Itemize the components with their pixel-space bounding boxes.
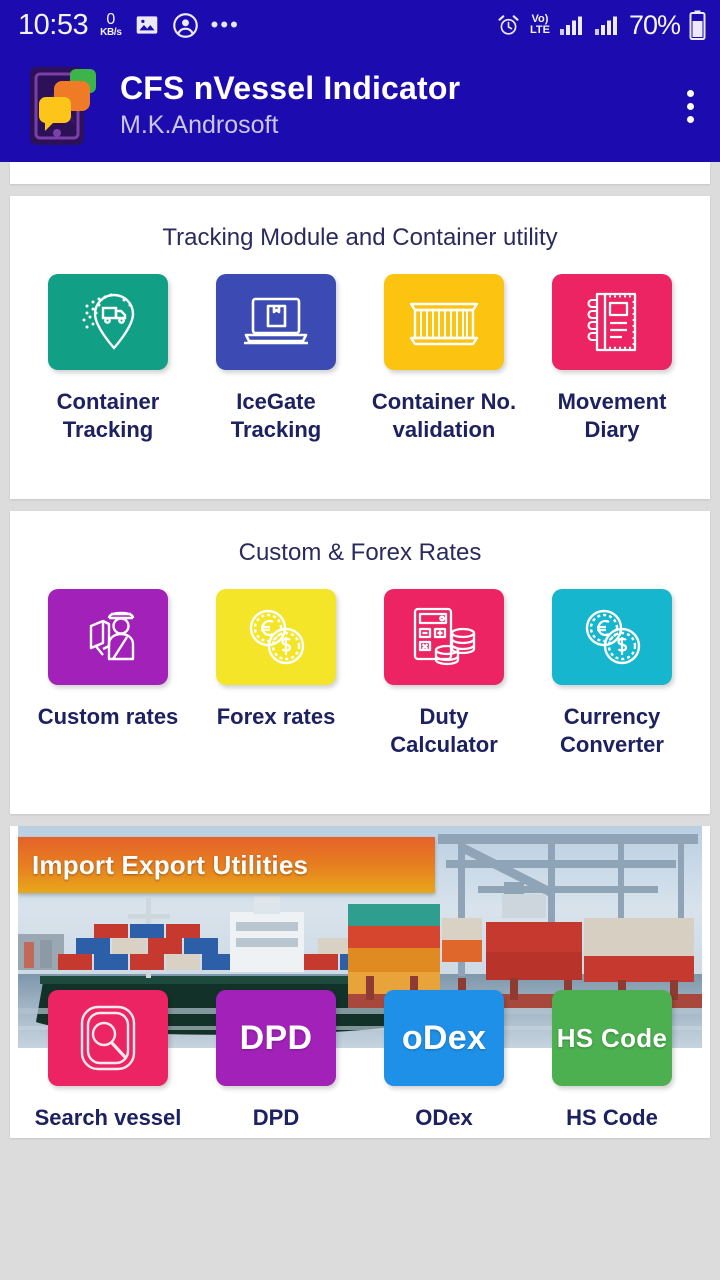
app-screen: 10:53 0 KB/s ••• Vo) LTE 70% CFS nVessel…	[0, 0, 720, 1280]
network-speed-indicator: 0 KB/s	[100, 12, 122, 38]
grid-item-label: HS Code	[566, 1105, 658, 1130]
section-bottom-spacer	[10, 443, 710, 499]
laptop-package-icon[interactable]	[216, 274, 336, 370]
grid-item-container-tracking[interactable]: Container Tracking	[24, 274, 192, 443]
banner-ribbon: Import Export Utilities	[18, 837, 436, 893]
grid-item-label: Container Tracking	[56, 389, 160, 442]
import-export-grid: Search vessel DPD DPD oDex ODex HS Code …	[10, 990, 710, 1132]
section-card-rates: Custom & Forex Rates Custom rates Forex …	[10, 511, 710, 814]
banner-title: Import Export Utilities	[32, 849, 309, 880]
grid-item-odex[interactable]: oDex ODex	[360, 990, 528, 1132]
status-bar-right: Vo) LTE 70%	[496, 10, 706, 41]
page-title: CFS nVessel Indicator	[120, 70, 461, 107]
status-bar-left: 10:53 0 KB/s •••	[18, 9, 240, 42]
app-bar: CFS nVessel Indicator M.K.Androsoft	[0, 50, 720, 162]
grid-item-label: Currency Converter	[560, 704, 664, 757]
grid-item-label: Search vessel	[34, 1105, 182, 1130]
odex-tile-text: oDex	[401, 1018, 487, 1057]
grid-item-label: DPD	[252, 1105, 300, 1130]
dpd-tile-text: DPD	[239, 1018, 313, 1057]
spiral-notebook-icon[interactable]	[552, 274, 672, 370]
signal-bars-sim2-icon	[594, 13, 620, 37]
section-grid: Custom rates Forex rates Duty Calculator…	[10, 573, 710, 758]
alarm-icon	[496, 13, 521, 38]
hs-code-tile-text: HS Code	[556, 1022, 668, 1053]
shipping-container-icon[interactable]	[384, 274, 504, 370]
section-bottom-spacer	[10, 758, 710, 814]
grid-item-label: Custom rates	[37, 704, 179, 729]
dpd-text-icon[interactable]: DPD	[216, 990, 336, 1086]
grid-item-hs-code[interactable]: HS Code HS Code	[528, 990, 696, 1132]
calculator-coins-icon[interactable]	[384, 589, 504, 685]
volte-bottom-label: LTE	[529, 24, 550, 36]
status-bar: 10:53 0 KB/s ••• Vo) LTE 70%	[0, 0, 720, 50]
grid-item-search-vessel[interactable]: Search vessel	[24, 990, 192, 1132]
section-title: Tracking Module and Container utility	[162, 224, 558, 251]
grid-item-label: Container No. validation	[371, 389, 517, 442]
grid-item-label: Duty Calculator	[390, 704, 498, 757]
signal-bars-sim1-icon	[559, 13, 585, 37]
section-card-import-export: Import Export Utilities Search vessel DP…	[10, 826, 710, 1138]
volte-icon: Vo) LTE	[530, 14, 550, 36]
two-coins-icon[interactable]	[216, 589, 336, 685]
kebab-menu-icon[interactable]	[675, 80, 706, 133]
grid-item-duty-calculator[interactable]: Duty Calculator	[360, 589, 528, 758]
hs-code-text-icon[interactable]: HS Code	[552, 990, 672, 1086]
previous-card-peek	[10, 162, 710, 184]
grid-item-dpd[interactable]: DPD DPD	[192, 990, 360, 1132]
grid-item-forex-rates[interactable]: Forex rates	[192, 589, 360, 758]
magnifier-search-icon[interactable]	[48, 990, 168, 1086]
grid-item-container-no-validation[interactable]: Container No. validation	[360, 274, 528, 443]
image-icon	[134, 12, 160, 38]
status-clock: 10:53	[18, 8, 89, 41]
account-icon	[172, 12, 199, 39]
app-bar-titles: CFS nVessel Indicator M.K.Androsoft	[120, 70, 460, 141]
grid-item-label: ODex	[415, 1105, 473, 1130]
network-speed-unit: KB/s	[100, 27, 122, 38]
section-card-tracking: Tracking Module and Container utility Co…	[10, 196, 710, 499]
section-title: Custom & Forex Rates	[238, 539, 482, 566]
more-dots-icon: •••	[210, 12, 240, 38]
battery-icon	[689, 10, 706, 40]
grid-item-label: Movement Diary	[557, 389, 667, 442]
section-grid: Container Tracking IceGate Tracking Cont…	[10, 258, 710, 443]
grid-item-currency-converter[interactable]: Currency Converter	[528, 589, 696, 758]
network-speed-value: 0	[106, 11, 116, 28]
grid-item-icegate-tracking[interactable]: IceGate Tracking	[192, 274, 360, 443]
currency-exchange-icon[interactable]	[552, 589, 672, 685]
scroll-content[interactable]: Tracking Module and Container utility Co…	[0, 162, 720, 1280]
grid-item-label: IceGate Tracking	[230, 389, 322, 442]
truck-location-pin-icon[interactable]	[48, 274, 168, 370]
customs-officer-icon[interactable]	[48, 589, 168, 685]
grid-item-label: Forex rates	[216, 704, 336, 729]
page-subtitle: M.K.Androsoft	[120, 111, 279, 140]
grid-item-movement-diary[interactable]: Movement Diary	[528, 274, 696, 443]
app-logo-icon	[26, 63, 102, 149]
odex-text-icon[interactable]: oDex	[384, 990, 504, 1086]
grid-item-custom-rates[interactable]: Custom rates	[24, 589, 192, 758]
battery-percent-label: 70%	[628, 9, 681, 40]
